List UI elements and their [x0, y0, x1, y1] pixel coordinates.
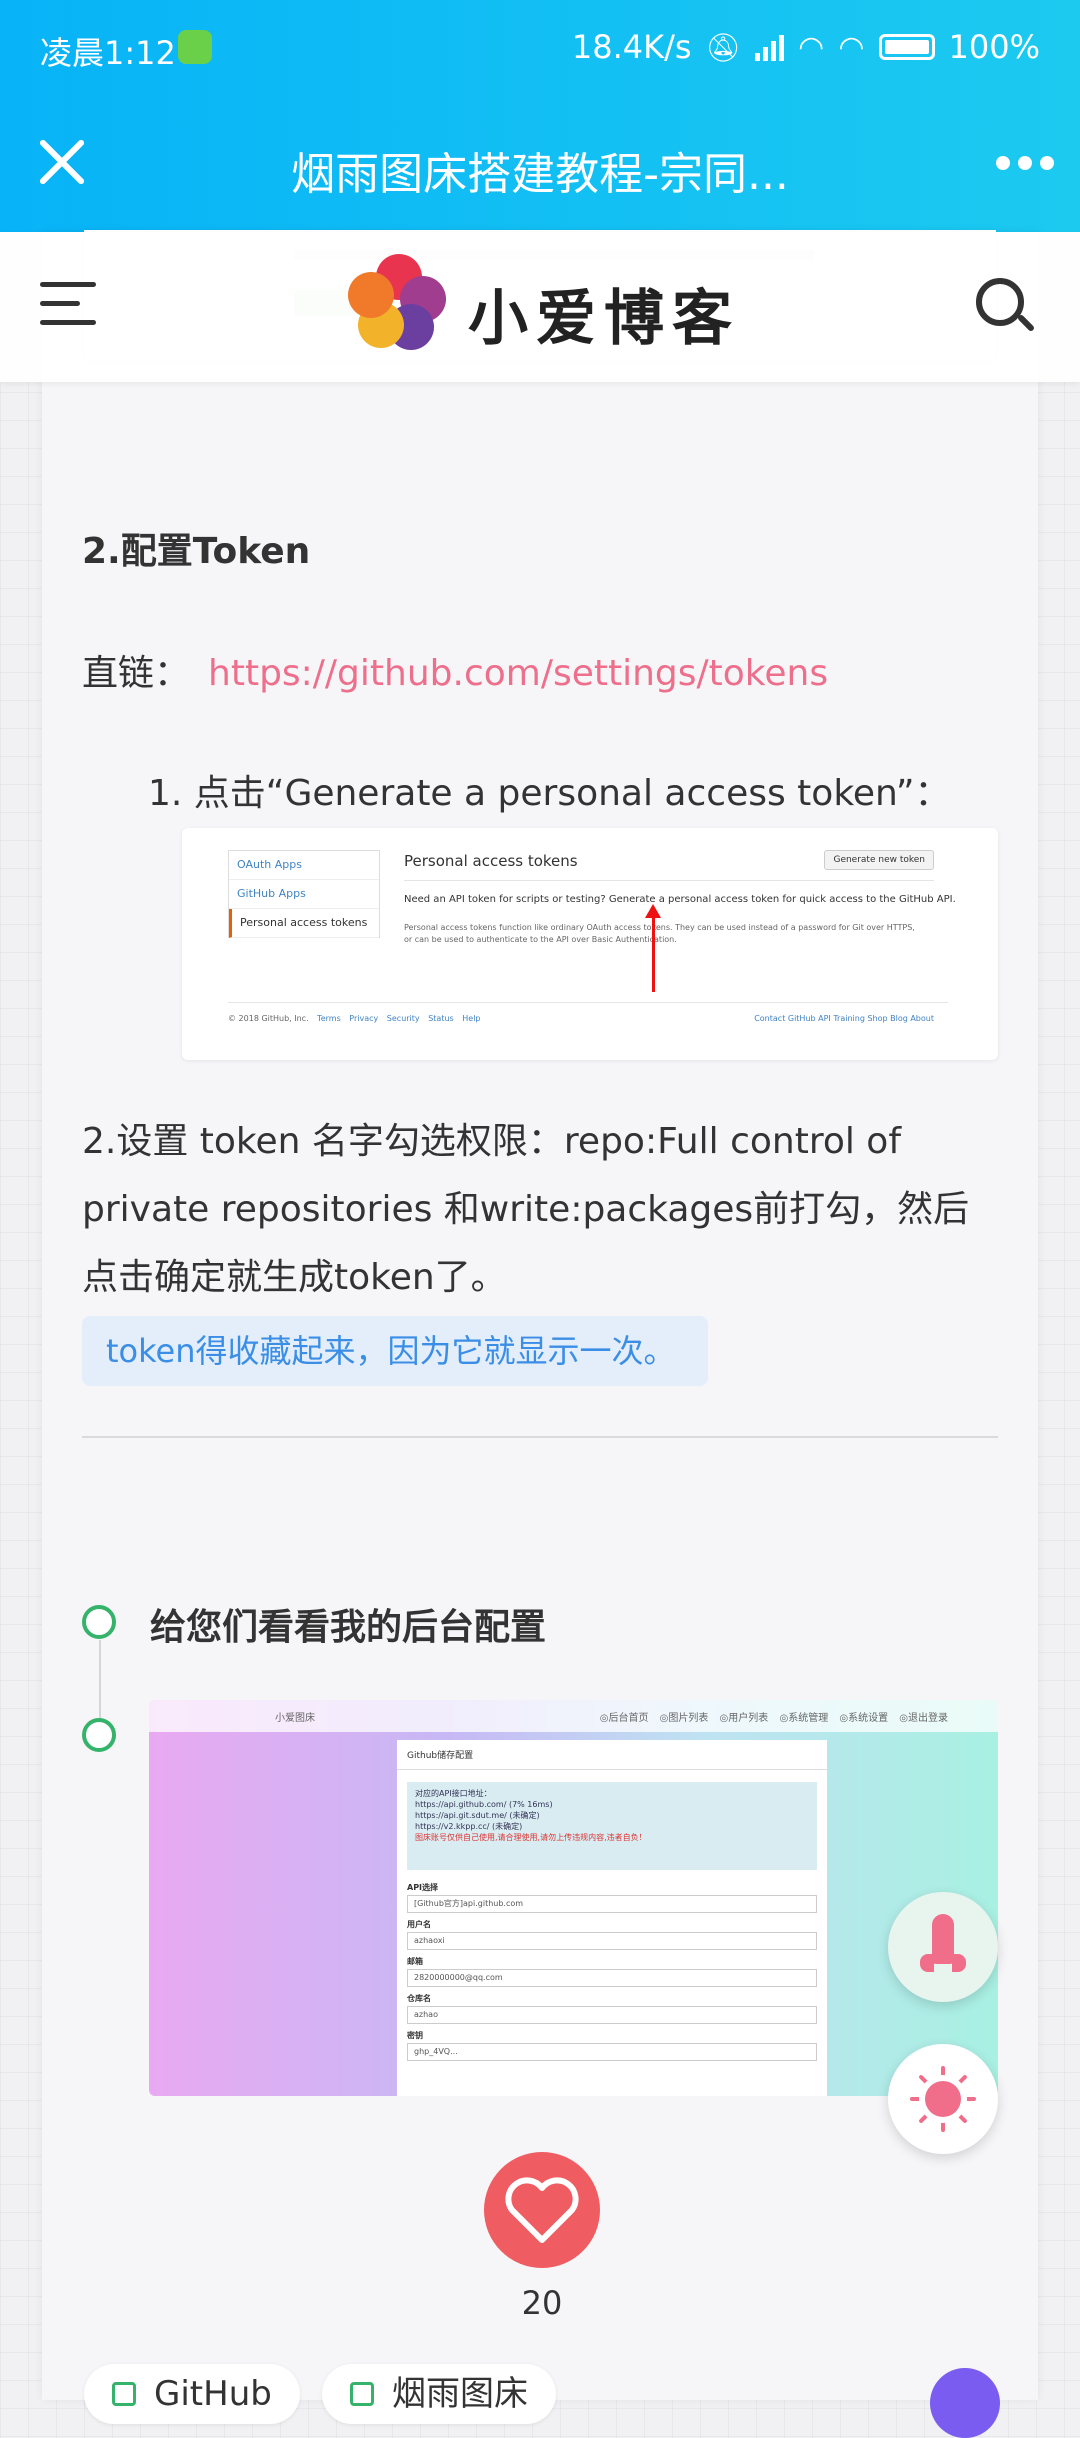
info-line: https://api.github.com/ (7% 16ms)	[415, 1800, 553, 1809]
field-label: 仓库名	[407, 1994, 431, 2003]
direct-link-label: 直链：	[82, 653, 191, 694]
screenshot-title: Personal access tokens	[404, 852, 578, 870]
wifi-icon-2: ◠	[838, 29, 865, 65]
footer-link: Security	[386, 1014, 420, 1023]
direct-link-line: 直链： https://github.com/settings/tokens	[82, 644, 828, 696]
battery-icon	[878, 34, 935, 60]
info-warning: 图床账号仅供自己使用,请合理使用,请勿上传违规内容,违者自负！	[415, 1833, 647, 1842]
sidebar-item: OAuth Apps	[229, 851, 379, 880]
field-label: API选择	[407, 1883, 439, 1892]
status-bar: 凌晨1:12 18.4K/s 🔕︎ ◠ ◠ 100%	[0, 0, 1080, 96]
info-line: 对应的API接口地址：	[415, 1789, 492, 1798]
footer-link: Status	[428, 1014, 454, 1023]
tokens-link[interactable]: https://github.com/settings/tokens	[208, 653, 828, 694]
admin-nav: 小爱图床 ◎后台首页 ◎图片列表 ◎用户列表 ◎系统管理 ◎系统设置 ◎退出登录	[149, 1700, 998, 1732]
admin-form: Github储存配置 对应的API接口地址： https://api.githu…	[397, 1740, 827, 2096]
field-label: 密钥	[407, 2031, 423, 2040]
field-label: 用户名	[407, 1920, 431, 1929]
field-value: azhao	[407, 2006, 817, 2024]
close-icon[interactable]	[28, 128, 96, 196]
menu-icon[interactable]	[40, 282, 96, 328]
footer-link: Privacy	[349, 1014, 379, 1023]
screenshot-generate-button: Generate new token	[824, 850, 934, 870]
screenshot-line2: Personal access tokens function like ord…	[404, 923, 915, 944]
admin-info-box: 对应的API接口地址： https://api.github.com/ (7% …	[407, 1782, 817, 1870]
page-title: 烟雨图床搭建教程-宗同...	[291, 149, 789, 200]
divider	[82, 1436, 998, 1438]
tag-icon	[112, 2382, 136, 2406]
sidebar-item: GitHub Apps	[229, 880, 379, 909]
screenshot-footer-right: Contact GitHub API Training Shop Blog Ab…	[754, 1014, 934, 1023]
screenshot-divider	[404, 880, 934, 881]
step-two: 2.设置 token 名字勾选权限：repo:Full control of p…	[82, 1121, 970, 1298]
field-value: [Github官方]api.github.com	[407, 1895, 817, 1913]
theme-toggle-button[interactable]	[888, 2044, 998, 2154]
like-button[interactable]	[484, 2152, 600, 2268]
timeline-dot	[82, 1605, 116, 1639]
tag-github[interactable]: GitHub	[84, 2364, 300, 2424]
admin-nav-links: ◎后台首页 ◎图片列表 ◎用户列表 ◎系统管理 ◎系统设置 ◎退出登录	[599, 1713, 948, 1724]
field-value: 2820000000@qq.com	[407, 1969, 817, 1987]
timeline-title: 给您们看看我的后台配置	[150, 1607, 547, 1648]
field-value: azhaoxi	[407, 1932, 817, 1950]
title-bar: 烟雨图床搭建教程-宗同...	[0, 96, 1080, 232]
timeline-dot	[82, 1718, 116, 1752]
field-value: ghp_4VQ...	[407, 2043, 817, 2061]
app-notification-icon	[178, 30, 212, 64]
app-bar: 凌晨1:12 18.4K/s 🔕︎ ◠ ◠ 100% 烟雨图床搭建教程-宗同..…	[0, 0, 1080, 232]
tag-yanyu[interactable]: 烟雨图床	[322, 2364, 556, 2424]
status-time: 凌晨1:12	[40, 34, 176, 72]
share-icon[interactable]	[930, 2368, 1000, 2438]
admin-config-screenshot[interactable]: 小爱图床 ◎后台首页 ◎图片列表 ◎用户列表 ◎系统管理 ◎系统设置 ◎退出登录…	[149, 1700, 998, 2096]
tag-icon	[350, 2382, 374, 2406]
search-icon[interactable]	[976, 278, 1034, 336]
section-heading: 2.配置Token	[82, 531, 311, 572]
red-arrow	[645, 904, 661, 992]
site-logo[interactable]	[348, 254, 448, 354]
site-name[interactable]: 小爱博客	[468, 270, 740, 357]
footer-link: Terms	[317, 1014, 341, 1023]
admin-brand: 小爱图床	[275, 1713, 315, 1724]
screenshot-footer-left: © 2018 GitHub, Inc. Terms Privacy Securi…	[228, 1014, 481, 1023]
status-indicators: 18.4K/s 🔕︎ ◠ ◠ 100%	[572, 28, 1040, 66]
more-icon[interactable]	[996, 156, 1054, 170]
screenshot-footer-divider	[228, 1002, 948, 1003]
wifi-icon: ◠	[798, 29, 825, 65]
back-to-top-button[interactable]	[888, 1892, 998, 2002]
like-count: 20	[521, 2284, 563, 2322]
step-one: 1. 点击“Generate a personal access token”：	[148, 773, 951, 814]
signal-icon	[755, 33, 785, 61]
info-line: https://v2.kkpp.cc/ (未确定)	[415, 1822, 523, 1831]
info-line: https://api.git.sdut.me/ (未确定)	[415, 1811, 540, 1820]
footer-link: Help	[462, 1014, 481, 1023]
battery-level: 100%	[948, 28, 1040, 66]
tag-label: GitHub	[154, 2374, 272, 2414]
field-label: 邮箱	[407, 1957, 423, 1966]
admin-panel-title: Github储存配置	[397, 1740, 827, 1770]
site-header: 小爱博客	[0, 232, 1080, 382]
network-speed: 18.4K/s	[571, 28, 692, 66]
screenshot-sidebar: OAuth Apps GitHub Apps Personal access t…	[228, 850, 380, 938]
heart-icon	[505, 2177, 579, 2243]
tag-label: 烟雨图床	[392, 2374, 528, 2414]
sidebar-item-active: Personal access tokens	[229, 909, 379, 938]
mute-icon: 🔕︎	[705, 30, 742, 64]
copyright: © 2018 GitHub, Inc.	[228, 1014, 309, 1023]
screenshot-line1: Need an API token for scripts or testing…	[404, 894, 956, 905]
github-tokens-screenshot[interactable]: OAuth Apps GitHub Apps Personal access t…	[182, 828, 998, 1060]
note-box: token得收藏起来，因为它就显示一次。	[82, 1316, 708, 1386]
